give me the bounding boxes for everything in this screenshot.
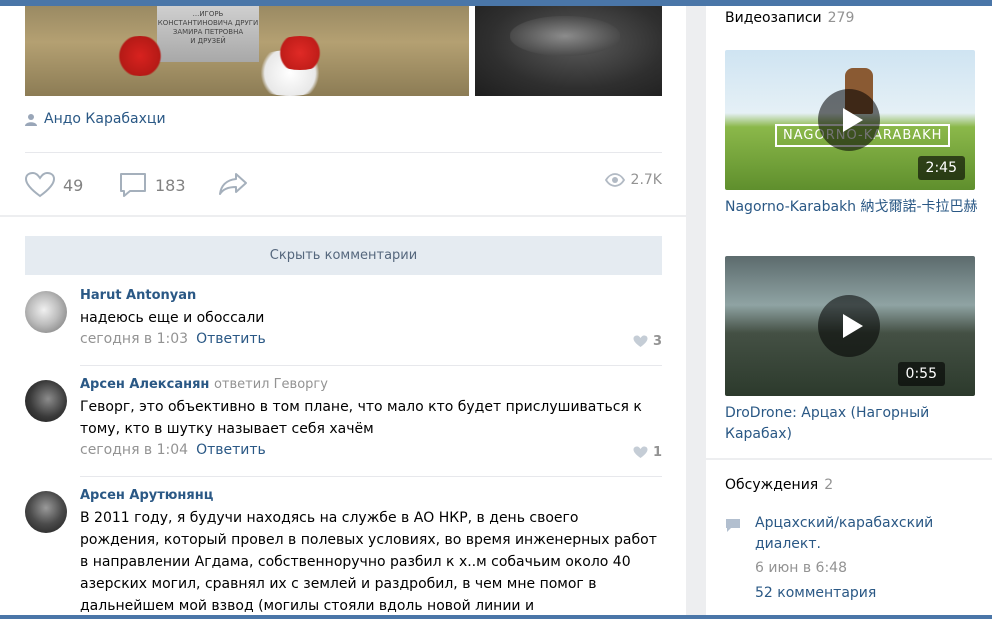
comment-time[interactable]: сегодня в 1:04 — [80, 442, 188, 458]
comment-body: Арсен Арутюнянц В 2011 году, я будучи на… — [80, 487, 662, 615]
discussion-date: 6 июн в 6:48 — [755, 560, 847, 576]
video-title-link[interactable]: Nagorno-Karabakh 納戈爾諾-卡拉巴赫 — [725, 197, 980, 218]
heart-icon — [633, 335, 648, 347]
comment-text: В 2011 году, я будучи находясь на службе… — [80, 510, 657, 614]
comment-body: Harut Antonyan надеюсь еще и обоссали се… — [80, 287, 662, 348]
comment-like-button[interactable]: 1 — [633, 445, 662, 460]
video-title-link[interactable]: DroDrone: Арцах (Нагорный Карабах) — [725, 403, 980, 445]
comment-meta: сегодня в 1:03 Ответить — [80, 330, 662, 348]
videos-block: Видеозаписи 279 NAGORNO-KARABAKH 2:45 Nag… — [706, 6, 992, 458]
post-source: Андо Карабахци — [25, 109, 166, 129]
video-thumbnail[interactable]: 0:55 — [725, 256, 975, 396]
post-photo-gravestone[interactable]: ...ИГОРЬ КОНСТАНТИНОВИЧА ДРУГИ ЗАМИРА ПЕ… — [25, 6, 469, 96]
comment-author[interactable]: Harut Antonyan — [80, 287, 662, 305]
videos-header[interactable]: Видеозаписи 279 — [725, 10, 854, 26]
gravestone-inscription: ...ИГОРЬ КОНСТАНТИНОВИЧА ДРУГИ ЗАМИРА ПЕ… — [157, 10, 259, 45]
comment-like-count: 3 — [652, 334, 662, 349]
rubble-pile — [510, 16, 620, 56]
eye-icon — [604, 173, 625, 187]
video-duration: 2:45 — [917, 156, 965, 180]
comments-card: Скрыть комментарии Harut Antonyan надеюс… — [0, 217, 686, 615]
comment-body: Арсен Алексанян ответил Геворгу Геворг, … — [80, 376, 662, 459]
avatar[interactable] — [25, 491, 67, 533]
comment-like-count: 1 — [652, 445, 662, 460]
post-author-link[interactable]: Андо Карабахци — [44, 111, 166, 127]
flowers-right — [270, 36, 330, 70]
post-card: ...ИГОРЬ КОНСТАНТИНОВИЧА ДРУГИ ЗАМИРА ПЕ… — [0, 6, 686, 215]
videos-count: 279 — [827, 10, 855, 26]
video-duration: 0:55 — [897, 362, 945, 386]
play-icon[interactable] — [818, 89, 880, 151]
flowers-left — [110, 36, 170, 76]
comment-author[interactable]: Арсен Арутюнянц — [80, 487, 662, 505]
share-button[interactable] — [218, 172, 256, 196]
person-icon — [25, 113, 37, 126]
discussions-title: Обсуждения — [725, 477, 819, 493]
comment-author-name[interactable]: Арсен Алексанян — [80, 377, 209, 392]
avatar[interactable] — [25, 380, 67, 422]
like-button[interactable]: 49 — [25, 172, 83, 198]
share-icon — [219, 173, 247, 195]
discussion-icon — [726, 519, 740, 532]
divider — [80, 365, 662, 366]
divider — [25, 152, 662, 153]
comment-time[interactable]: сегодня в 1:03 — [80, 331, 188, 347]
comment-like-button[interactable]: 3 — [633, 334, 662, 349]
discussion-topic-link[interactable]: Арцахский/карабахский диалект. — [755, 513, 980, 555]
comment-icon — [120, 173, 146, 197]
reply-button[interactable]: Ответить — [196, 331, 266, 347]
discussion-comments-link[interactable]: 52 комментария — [755, 585, 876, 601]
bottom-bar — [0, 615, 992, 619]
like-count: 49 — [63, 175, 84, 195]
videos-title: Видеозаписи — [725, 10, 822, 26]
views-count: 2.7K — [630, 172, 662, 188]
views-counter: 2.7K — [604, 172, 662, 188]
comment-button[interactable]: 183 — [119, 172, 186, 198]
hide-comments-button[interactable]: Скрыть комментарии — [25, 236, 662, 275]
comment-author[interactable]: Арсен Алексанян ответил Геворгу — [80, 376, 662, 394]
gravestone: ...ИГОРЬ КОНСТАНТИНОВИЧА ДРУГИ ЗАМИРА ПЕ… — [157, 6, 259, 62]
discussions-block: Обсуждения 2 Арцахский/карабахский диалек… — [706, 460, 992, 619]
post-photo-rubble[interactable] — [475, 6, 662, 96]
heart-icon — [25, 172, 55, 198]
comment-count: 183 — [155, 175, 186, 195]
discussions-count: 2 — [824, 477, 834, 493]
comment-text: надеюсь еще и обоссали — [80, 310, 265, 326]
heart-icon — [633, 446, 648, 458]
discussions-header[interactable]: Обсуждения 2 — [725, 477, 833, 493]
comment-text: Геворг, это объективно в том плане, что … — [80, 399, 642, 437]
avatar[interactable] — [25, 291, 67, 333]
video-thumbnail[interactable]: NAGORNO-KARABAKH 2:45 — [725, 50, 975, 190]
comment-meta: сегодня в 1:04 Ответить — [80, 441, 662, 459]
post-actions: 49 183 2.7K — [25, 172, 662, 198]
replied-to[interactable]: ответил Геворгу — [214, 377, 328, 392]
reply-button[interactable]: Ответить — [196, 442, 266, 458]
play-icon[interactable] — [818, 295, 880, 357]
divider — [80, 476, 662, 477]
